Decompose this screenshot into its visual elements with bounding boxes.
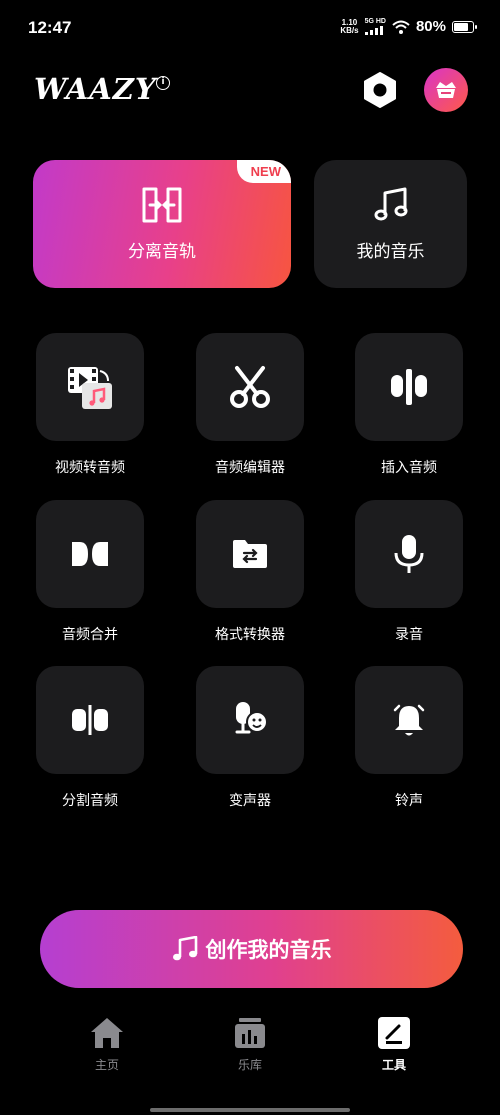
signal-icon: 5G HD [364, 18, 386, 35]
bottom-nav: 主页 乐库 工具 [0, 1010, 500, 1080]
music-note-icon [374, 187, 407, 220]
library-icon [235, 1018, 265, 1048]
home-icon [91, 1018, 123, 1048]
split-audio-icon [72, 705, 108, 735]
tool-merge-audio[interactable]: 音频合并 [15, 500, 165, 660]
app-header: WAAZY i [0, 62, 500, 122]
new-badge: NEW [236, 160, 291, 183]
tool-format-converter[interactable]: 格式转换器 [175, 500, 325, 660]
bell-icon [393, 704, 425, 736]
tool-insert-audio[interactable]: 插入音频 [334, 333, 484, 493]
my-music-card[interactable]: 我的音乐 [314, 160, 467, 288]
tool-ringtone[interactable]: 铃声 [334, 666, 484, 826]
wifi-icon [392, 20, 410, 34]
tool-audio-editor[interactable]: 音频编辑器 [175, 333, 325, 493]
video-to-audio-icon [68, 367, 112, 409]
voice-changer-icon [235, 702, 268, 734]
network-speed: 1.10 KB/s [340, 17, 359, 35]
info-icon[interactable]: i [156, 76, 170, 90]
tool-voice-changer[interactable]: 变声器 [175, 666, 325, 826]
nav-library[interactable]: 乐库 [210, 1016, 290, 1073]
status-time: 12:47 [28, 18, 72, 37]
app-logo: WAAZY [34, 72, 157, 106]
microphone-icon [394, 535, 424, 573]
tool-video-to-audio[interactable]: 视频转音频 [15, 333, 165, 493]
nav-tools[interactable]: 工具 [354, 1016, 434, 1073]
create-music-button[interactable]: 创作我的音乐 [40, 910, 463, 988]
settings-button[interactable] [360, 70, 400, 110]
battery-icon [452, 20, 477, 33]
split-tracks-icon [142, 187, 182, 222]
status-bar: 12:47 1.10 KB/s 5G HD 80% [0, 0, 500, 58]
folder-convert-icon [233, 540, 267, 568]
separate-tracks-label: 分离音轨 [128, 241, 196, 262]
status-indicators: 1.10 KB/s 5G HD 80% [340, 17, 477, 35]
hexagon-settings-icon [364, 72, 396, 108]
home-indicator [150, 1108, 350, 1112]
music-note-icon [172, 936, 197, 961]
tool-record[interactable]: 录音 [334, 500, 484, 660]
separate-tracks-card[interactable]: NEW 分离音轨 [33, 160, 291, 288]
my-music-label: 我的音乐 [356, 241, 425, 262]
battery-percent: 80% [415, 18, 446, 35]
insert-audio-icon [391, 369, 427, 405]
merge-audio-icon [72, 542, 108, 566]
vip-button[interactable] [424, 68, 468, 112]
scissors-icon [230, 366, 270, 408]
tools-icon [378, 1017, 410, 1049]
nav-home[interactable]: 主页 [67, 1016, 147, 1073]
create-music-label: 创作我的音乐 [205, 938, 332, 962]
tool-split-audio[interactable]: 分割音频 [15, 666, 165, 826]
crown-basket-icon [436, 82, 456, 98]
